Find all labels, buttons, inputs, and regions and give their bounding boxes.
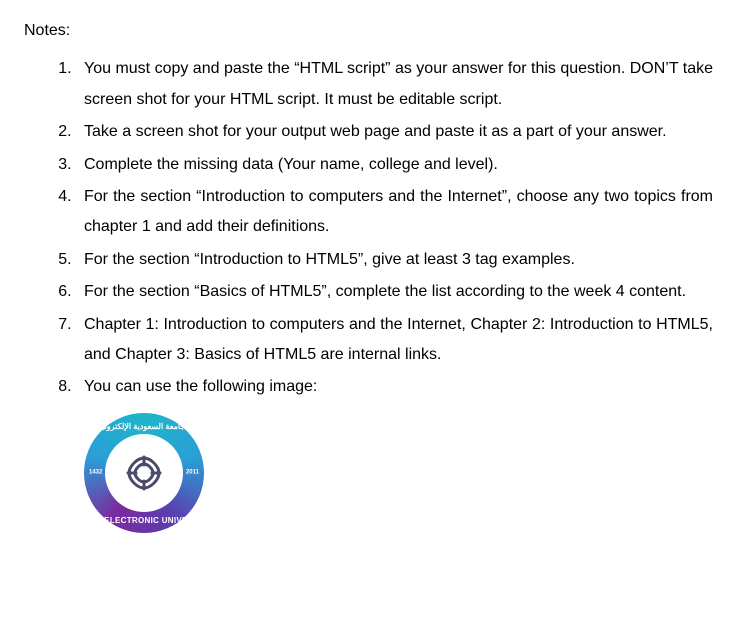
note-item: Complete the missing data (Your name, co…	[76, 150, 713, 180]
notes-list: You must copy and paste the “HTML script…	[24, 54, 713, 402]
notes-heading: Notes:	[24, 16, 713, 46]
note-item: Take a screen shot for your output web p…	[76, 117, 713, 147]
logo-knot-icon	[120, 449, 168, 497]
logo-year-gregorian: 2011	[186, 467, 199, 478]
note-item: For the section “Basics of HTML5”, compl…	[76, 277, 713, 307]
note-item: For the section “Introduction to HTML5”,…	[76, 245, 713, 275]
logo-container: الجامعة السعودية الإلكترونية 1432 2011 S…	[84, 413, 713, 533]
seu-logo-icon: الجامعة السعودية الإلكترونية 1432 2011 S…	[84, 413, 204, 533]
logo-arabic-text: الجامعة السعودية الإلكترونية	[98, 419, 190, 434]
note-item: For the section “Introduction to compute…	[76, 182, 713, 243]
note-item: You can use the following image:	[76, 372, 713, 402]
logo-year-hijri: 1432	[89, 467, 102, 478]
note-item: Chapter 1: Introduction to computers and…	[76, 310, 713, 371]
note-item: You must copy and paste the “HTML script…	[76, 54, 713, 115]
logo-inner-circle	[105, 434, 183, 512]
logo-english-text: SAUDI ELECTRONIC UNIVERSITY	[75, 513, 212, 528]
